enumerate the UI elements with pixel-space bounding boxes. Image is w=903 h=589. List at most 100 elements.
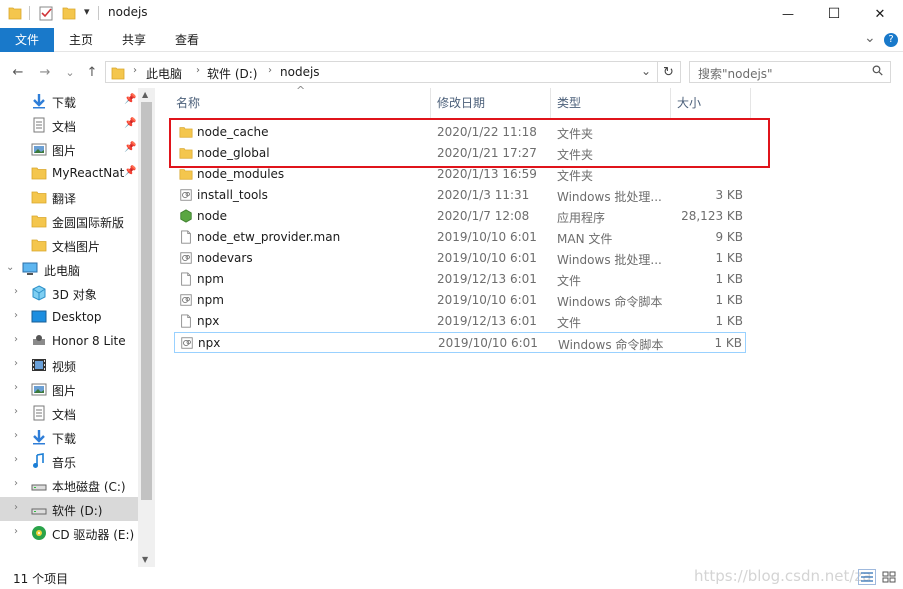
sidebar-item-pc-10[interactable]: › CD 驱动器 (E:) I — [0, 521, 142, 545]
collapse-icon[interactable]: ⌄ — [6, 262, 14, 273]
column-header-type[interactable]: 类型 — [557, 94, 581, 111]
cd-drive-icon — [32, 526, 46, 540]
scroll-up-icon[interactable]: ▲ — [142, 90, 148, 99]
tab-home[interactable]: 主页 — [60, 28, 102, 52]
sidebar-item-quick-3[interactable]: MyReactNat 📌 — [0, 161, 138, 185]
sidebar-item-quick-5[interactable]: 金圆国际新版 — [0, 209, 138, 233]
title-bar: ▾ nodejs — ☐ ✕ — [0, 0, 903, 28]
sidebar-item-label: CD 驱动器 (E:) I — [52, 528, 142, 542]
column-header-date[interactable]: 修改日期 — [437, 94, 485, 111]
breadcrumb-drive-d[interactable]: 软件 (D:) — [207, 65, 257, 82]
sidebar-item-pc-7[interactable]: › 音乐 — [0, 449, 138, 473]
file-row[interactable]: node_etw_provider.man 2019/10/10 6:01 MAN … — [174, 227, 746, 248]
expand-icon[interactable]: › — [14, 502, 18, 513]
sidebar-item-pc-3[interactable]: › 视频 — [0, 353, 138, 377]
file-name: node_etw_provider.man — [197, 230, 341, 244]
pin-icon[interactable]: 📌 — [124, 94, 136, 105]
sidebar-item-pc-0[interactable]: › 3D 对象 — [0, 281, 138, 305]
sidebar-item-this-pc[interactable]: ⌄ 此电脑 — [0, 257, 138, 281]
sidebar-item-quick-4[interactable]: 翻译 — [0, 185, 138, 209]
column-divider[interactable] — [750, 88, 751, 118]
expand-icon[interactable]: › — [14, 526, 18, 537]
breadcrumb-separator: › — [268, 65, 272, 76]
divider — [29, 6, 30, 20]
breadcrumb-this-pc[interactable]: 此电脑 — [146, 65, 182, 82]
expand-icon[interactable]: › — [14, 406, 18, 417]
sidebar-item-quick-2[interactable]: 图片 📌 — [0, 137, 138, 161]
details-view-button[interactable] — [858, 569, 876, 585]
sidebar-item-label: Desktop — [52, 310, 102, 324]
sidebar-item-pc-9[interactable]: › 软件 (D:) — [0, 497, 138, 521]
ribbon-collapse-icon[interactable]: ⌄ — [864, 30, 876, 46]
search-icon[interactable]: ⚲ — [869, 62, 888, 81]
sidebar-item-pc-4[interactable]: › 图片 — [0, 377, 138, 401]
pin-icon[interactable]: 📌 — [124, 118, 136, 129]
expand-icon[interactable]: › — [14, 358, 18, 369]
large-icons-view-button[interactable] — [880, 569, 898, 585]
watermark-text: https://blog.csdn.net/za — [694, 567, 872, 585]
file-row[interactable]: node 2020/1/7 12:08 应用程序 28,123 KB — [174, 206, 746, 227]
refresh-button[interactable]: ↻ — [657, 61, 681, 83]
expand-icon[interactable]: › — [14, 430, 18, 441]
sidebar-item-label: 下载 — [52, 432, 77, 446]
sidebar-item-pc-2[interactable]: › Honor 8 Lite — [0, 329, 138, 353]
help-icon[interactable]: ? — [884, 33, 898, 47]
close-button[interactable]: ✕ — [857, 0, 903, 28]
forward-button[interactable]: → — [37, 64, 53, 80]
sidebar-item-quick-6[interactable]: 文档图片 — [0, 233, 138, 257]
sidebar-item-quick-0[interactable]: 下载 📌 — [0, 89, 138, 113]
column-header-size[interactable]: 大小 — [677, 94, 701, 111]
sidebar-item-pc-6[interactable]: › 下载 — [0, 425, 138, 449]
file-row[interactable]: npm 2019/10/10 6:01 Windows 命令脚本 1 KB — [174, 290, 746, 311]
minimize-button[interactable]: — — [765, 0, 811, 28]
pin-icon[interactable]: 📌 — [124, 142, 136, 153]
file-row[interactable]: npx 2019/10/10 6:01 Windows 命令脚本 1 KB — [174, 332, 746, 353]
this-pc-icon — [22, 262, 38, 275]
sidebar-item-label: 音乐 — [52, 456, 77, 470]
file-type: 应用程序 — [557, 211, 606, 225]
breadcrumb-nodejs[interactable]: nodejs — [280, 65, 320, 79]
column-divider[interactable] — [550, 88, 551, 118]
search-input[interactable]: 搜索"nodejs" ⚲ — [689, 61, 891, 83]
maximize-button[interactable]: ☐ — [811, 0, 857, 28]
file-name: install_tools — [197, 188, 268, 202]
expand-icon[interactable]: › — [14, 478, 18, 489]
tab-share[interactable]: 共享 — [113, 28, 155, 52]
column-divider[interactable] — [670, 88, 671, 118]
address-bar[interactable]: › 此电脑 › 软件 (D:) › nodejs ⌄ — [105, 61, 658, 83]
expand-icon[interactable]: › — [14, 286, 18, 297]
new-folder-icon[interactable] — [62, 5, 76, 21]
back-button[interactable]: ← — [10, 64, 26, 80]
pin-icon[interactable]: 📌 — [124, 166, 136, 177]
file-list: 名称 ^ 修改日期 类型 大小 node_cache 2020/1/22 11:1… — [160, 84, 903, 567]
file-row[interactable]: install_tools 2020/1/3 11:31 Windows 批处理..… — [174, 185, 746, 206]
tab-view[interactable]: 查看 — [166, 28, 208, 52]
expand-icon[interactable]: › — [14, 334, 18, 345]
expand-icon[interactable]: › — [14, 310, 18, 321]
blank-file-icon — [181, 314, 191, 328]
scrollbar-thumb[interactable] — [141, 102, 152, 500]
scroll-down-icon[interactable]: ▼ — [142, 555, 148, 564]
item-count: 11 个项目 — [13, 572, 69, 586]
file-row[interactable]: nodevars 2019/10/10 6:01 Windows 批处理... 1 K… — [174, 248, 746, 269]
expand-icon[interactable]: › — [14, 382, 18, 393]
window-title: nodejs — [108, 5, 148, 19]
quick-access-dropdown[interactable]: ▾ — [84, 5, 90, 21]
sidebar-item-pc-8[interactable]: › 本地磁盘 (C:) — [0, 473, 138, 497]
tab-file[interactable]: 文件 — [0, 28, 54, 52]
column-header-name[interactable]: 名称 — [176, 94, 200, 111]
column-divider[interactable] — [430, 88, 431, 118]
file-row[interactable]: npx 2019/12/13 6:01 文件 1 KB — [174, 311, 746, 332]
sidebar-item-pc-5[interactable]: › 文档 — [0, 401, 138, 425]
file-name: nodevars — [197, 251, 253, 265]
recent-locations-button[interactable]: ⌄ — [62, 64, 78, 80]
address-dropdown-icon[interactable]: ⌄ — [641, 64, 651, 78]
expand-icon[interactable]: › — [14, 454, 18, 465]
file-row[interactable]: npm 2019/12/13 6:01 文件 1 KB — [174, 269, 746, 290]
properties-icon[interactable] — [38, 5, 54, 21]
up-button[interactable]: ↑ — [84, 64, 100, 80]
sidebar-scrollbar[interactable]: ▲ ▼ — [138, 88, 155, 567]
sidebar-item-pc-1[interactable]: › Desktop — [0, 305, 138, 329]
sidebar-item-quick-1[interactable]: 文档 📌 — [0, 113, 138, 137]
file-type: MAN 文件 — [557, 232, 613, 246]
